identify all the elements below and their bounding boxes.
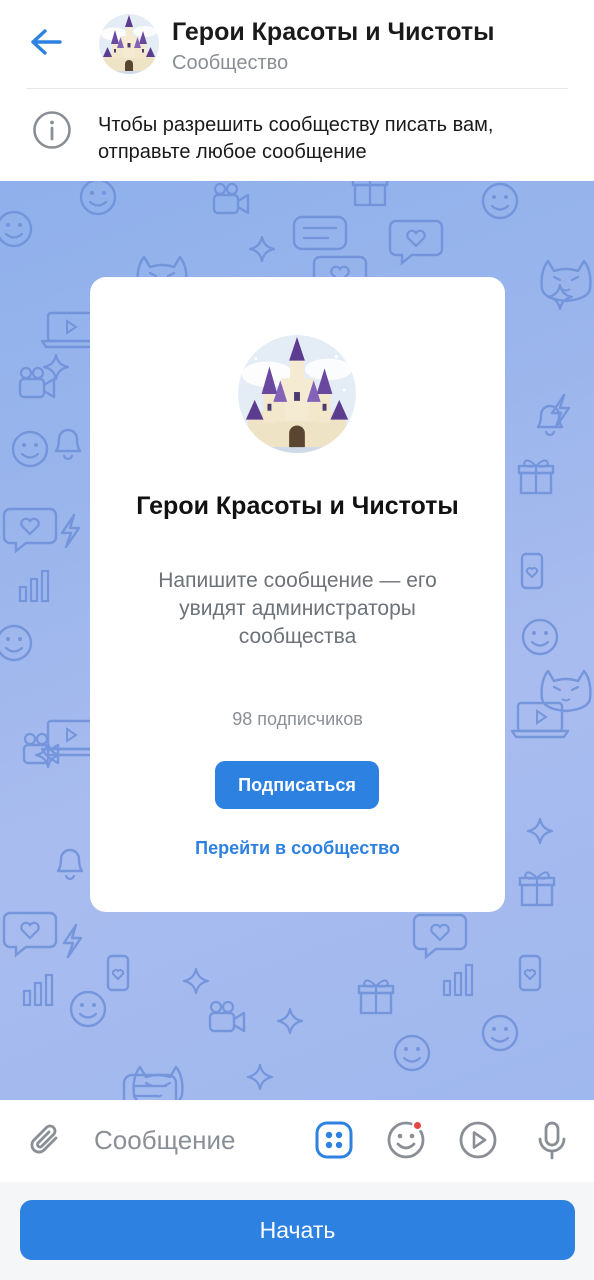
go-to-community-link[interactable]: Перейти в сообщество: [110, 838, 485, 859]
info-text: Чтобы разрешить сообществу писать вам, о…: [98, 114, 494, 163]
card-description: Напишите сообщение — его увидят админист…: [158, 569, 437, 648]
back-button[interactable]: [26, 24, 66, 60]
info-icon: [33, 111, 71, 149]
header-title[interactable]: Герои Красоты и Чистоты: [172, 18, 495, 47]
subscribers-count: 98 подписчиков: [232, 709, 363, 729]
info-banner: Чтобы разрешить сообществу писать вам, о…: [0, 89, 594, 181]
header-subtitle: Сообщество: [172, 52, 289, 74]
community-avatar[interactable]: [99, 14, 159, 74]
chat-background: Герои Красоты и Чистоты Напишите сообщен…: [0, 181, 594, 1100]
castle-logo: [99, 14, 159, 74]
microphone-icon[interactable]: [532, 1120, 572, 1160]
app-header: Герои Красоты и Чистоты Сообщество: [0, 0, 594, 88]
message-input[interactable]: [94, 1118, 294, 1162]
apps-icon[interactable]: [314, 1120, 354, 1160]
card-title: Герои Красоты и Чистоты: [136, 492, 459, 520]
message-composer: [0, 1100, 594, 1182]
bottom-action-area: Начать: [0, 1182, 594, 1280]
community-card: Герои Красоты и Чистоты Напишите сообщен…: [90, 277, 505, 912]
play-icon[interactable]: [458, 1120, 498, 1160]
notification-badge: [412, 1120, 423, 1131]
subscribe-button[interactable]: Подписаться: [215, 761, 379, 809]
paperclip-icon[interactable]: [26, 1120, 66, 1160]
castle-logo: [238, 335, 356, 453]
arrow-left-icon: [31, 29, 62, 55]
start-button[interactable]: Начать: [20, 1200, 575, 1260]
community-card-avatar[interactable]: [238, 335, 356, 453]
